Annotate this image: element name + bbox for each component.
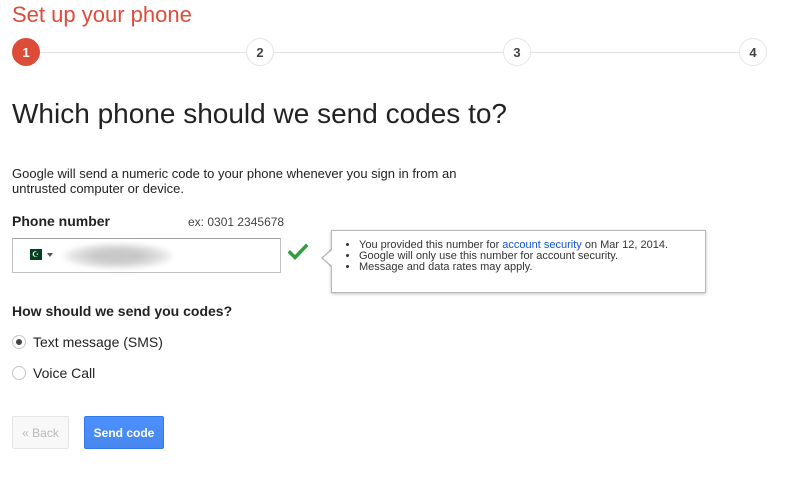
voice-call-option[interactable]: Voice Call	[12, 363, 95, 383]
voice-call-radio[interactable]	[12, 366, 26, 380]
phone-number-label: Phone number	[12, 213, 111, 229]
page-title: Set up your phone	[12, 2, 192, 27]
step-1: 1	[12, 38, 40, 66]
progress-stepper: 1 2 3 4	[12, 38, 768, 68]
back-button[interactable]: « Back	[12, 416, 69, 449]
phone-number-input[interactable]: ☪	[12, 238, 281, 273]
phone-example-hint: ex: 0301 2345678	[188, 215, 285, 229]
stepper-line	[26, 52, 754, 53]
description-text: Google will send a numeric code to your …	[12, 166, 457, 196]
sms-option[interactable]: Text message (SMS)	[12, 332, 163, 352]
redacted-phone-number	[63, 243, 173, 269]
voice-call-label[interactable]: Voice Call	[33, 365, 95, 381]
delivery-method-question: How should we send you codes?	[12, 303, 233, 319]
step-2: 2	[246, 38, 274, 66]
send-code-button[interactable]: Send code	[84, 416, 164, 449]
main-heading: Which phone should we send codes to?	[12, 98, 507, 129]
country-dropdown-caret-icon[interactable]	[47, 253, 53, 257]
phone-info-tooltip: You provided this number for account sec…	[331, 230, 706, 293]
step-4: 4	[739, 38, 767, 66]
checkmark-icon	[287, 243, 309, 266]
tooltip-item: Message and data rates may apply.	[359, 262, 697, 273]
step-3: 3	[503, 38, 531, 66]
sms-radio[interactable]	[12, 335, 26, 349]
pakistan-flag-icon[interactable]: ☪	[26, 249, 42, 260]
sms-label[interactable]: Text message (SMS)	[33, 334, 163, 350]
